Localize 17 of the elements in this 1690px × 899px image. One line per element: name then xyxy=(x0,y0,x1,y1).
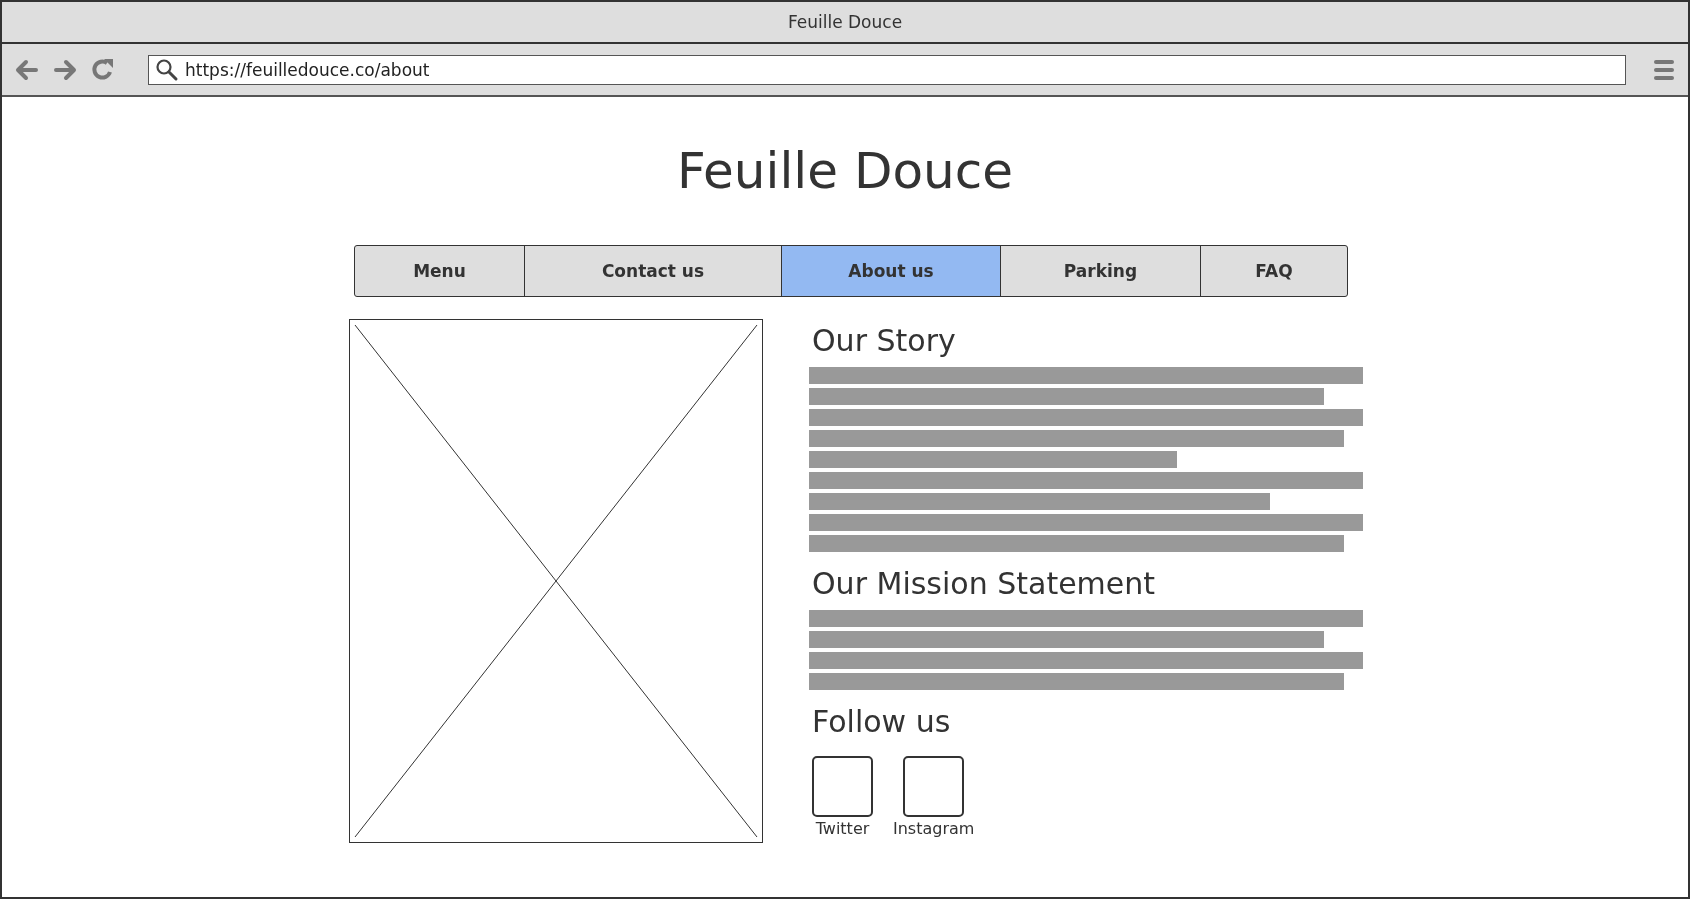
reload-icon[interactable] xyxy=(90,56,116,83)
social-label[interactable]: Instagram xyxy=(893,819,975,838)
search-icon xyxy=(155,57,179,82)
url-text: https://feuilledouce.co/about xyxy=(185,59,431,80)
placeholder-icon[interactable] xyxy=(812,756,873,817)
section-heading: Follow us xyxy=(812,704,952,740)
placeholder-icon[interactable] xyxy=(903,756,965,817)
section-heading: Our Mission Statement xyxy=(812,566,1157,602)
address-bar[interactable]: https://feuilledouce.co/about xyxy=(148,54,1626,85)
nav-tab[interactable]: FAQ xyxy=(1200,246,1347,296)
social-label[interactable]: Twitter xyxy=(815,819,870,838)
window-title: Feuille Douce xyxy=(787,12,903,32)
nav-tab[interactable]: Menu xyxy=(355,246,524,296)
section-heading: Our Story xyxy=(812,323,957,359)
nav-tab[interactable]: Parking xyxy=(1000,246,1200,296)
nav-tab[interactable]: About us xyxy=(781,246,1000,296)
site-title: Feuille Douce xyxy=(677,141,1013,201)
